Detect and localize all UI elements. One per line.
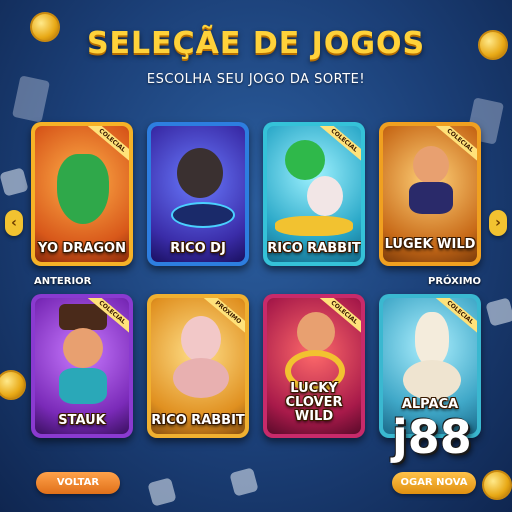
- coin-icon: [482, 470, 512, 500]
- dice-icon: [485, 297, 512, 327]
- coins-icon: [275, 216, 353, 236]
- character-icon: [63, 328, 103, 368]
- play-again-button[interactable]: OGAR NOVA: [392, 472, 476, 494]
- character-body-icon: [409, 182, 453, 214]
- alpaca-body-icon: [403, 360, 461, 400]
- character-icon: [413, 146, 449, 184]
- page-subtitle: ESCOLHA SEU JOGO DA SORTE!: [146, 72, 366, 87]
- rabbit-icon: [181, 316, 221, 362]
- game-card-rico-rabbit[interactable]: COLECIAL RICO RABBIT: [263, 122, 365, 266]
- game-title: RICO RABBIT: [267, 241, 361, 256]
- game-grid: COLECIAL YO DRAGON RICO DJ COLECIAL RICO…: [31, 122, 481, 444]
- next-arrow-button[interactable]: ›: [489, 210, 507, 236]
- game-title: STAUK: [58, 413, 106, 428]
- rabbit-body-icon: [173, 358, 229, 398]
- game-title: LUGEK WILD: [384, 237, 476, 252]
- game-art: COLECIAL STAUK: [35, 298, 129, 434]
- turntable-icon: [171, 202, 235, 228]
- rabbit-icon: [307, 176, 343, 216]
- game-art: PRÓXIMO RICO RABBIT: [151, 298, 245, 434]
- monkey-icon: [177, 148, 223, 198]
- game-card-stauk[interactable]: COLECIAL STAUK: [31, 294, 133, 438]
- game-art: COLECIAL LUCKY CLOVER WILD: [267, 298, 361, 434]
- prev-arrow-button[interactable]: ‹: [5, 210, 23, 236]
- game-card-rico-dj[interactable]: RICO DJ: [147, 122, 249, 266]
- game-art: COLECIAL RICO RABBIT: [267, 126, 361, 262]
- character-icon: [297, 312, 335, 352]
- dice-icon: [229, 467, 259, 497]
- alpaca-icon: [415, 312, 449, 366]
- brand-logo: j88: [392, 410, 472, 464]
- coin-icon: [0, 370, 26, 400]
- dice-icon: [147, 477, 177, 507]
- character-body-icon: [59, 368, 107, 404]
- game-title: RICO DJ: [170, 241, 226, 256]
- game-title: RICO RABBIT: [151, 413, 245, 428]
- game-card-lucky-clover-wild[interactable]: COLECIAL LUCKY CLOVER WILD: [263, 294, 365, 438]
- chevron-right-icon: ›: [495, 215, 501, 231]
- game-title: YO DRAGON: [38, 241, 126, 256]
- back-button[interactable]: VOLTAR: [36, 472, 120, 494]
- chevron-left-icon: ‹: [11, 215, 17, 231]
- game-card-yo-dragon[interactable]: COLECIAL YO DRAGON: [31, 122, 133, 266]
- clover-icon: [285, 140, 325, 180]
- game-card-lugek-wild[interactable]: COLECIAL LUGEK WILD: [379, 122, 481, 266]
- game-card-rico-rabbit-2[interactable]: PRÓXIMO RICO RABBIT: [147, 294, 249, 438]
- dice-icon: [0, 167, 29, 197]
- page-title: SELEÇÃE DE JOGOS: [86, 26, 426, 61]
- game-art: COLECIAL YO DRAGON: [35, 126, 129, 262]
- game-art: RICO DJ: [151, 126, 245, 262]
- dragon-icon: [57, 154, 109, 224]
- game-art: COLECIAL LUGEK WILD: [383, 126, 477, 262]
- game-title: LUCKY CLOVER WILD: [285, 381, 343, 424]
